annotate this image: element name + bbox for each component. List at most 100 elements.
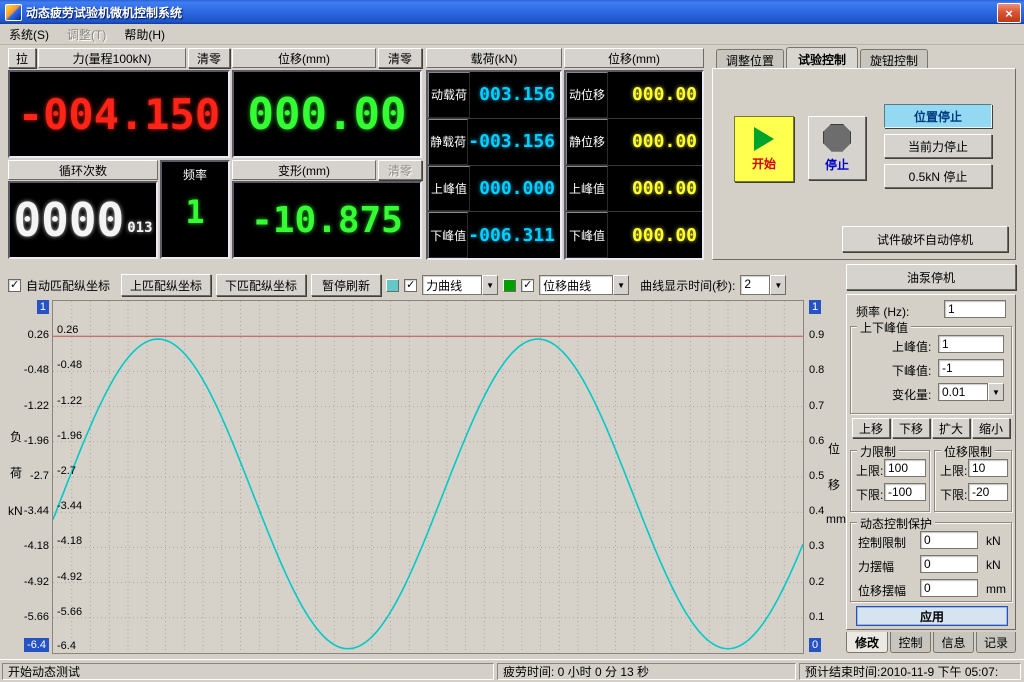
- pull-indicator-button[interactable]: 拉: [8, 48, 36, 68]
- expand-button[interactable]: 扩大: [932, 418, 970, 438]
- table-row: 下峰值 000.00: [566, 212, 702, 258]
- chevron-down-icon[interactable]: ▼: [770, 275, 786, 295]
- upper-peak-input[interactable]: [938, 335, 1004, 353]
- force-display: -004.150: [8, 70, 230, 158]
- plot-inner-labels: 0.26-0.48-1.22-1.96-2.7-3.44-4.18-4.92-5…: [53, 301, 803, 653]
- axis-tick-label: 0.9: [809, 328, 824, 342]
- cycles-sub-value: 013: [127, 220, 152, 236]
- axis-tick-label: -3.44: [24, 504, 49, 518]
- auto-match-checkbox[interactable]: [8, 279, 21, 292]
- chevron-down-icon[interactable]: ▼: [482, 275, 498, 295]
- app-icon: [5, 4, 22, 21]
- force-lower-input[interactable]: [884, 483, 926, 501]
- axis-limit-field[interactable]: -6.4: [24, 638, 49, 652]
- axis-limit-field[interactable]: 0: [809, 638, 821, 652]
- force-curve-combo[interactable]: 力曲线 ▼: [422, 275, 498, 295]
- tab-info[interactable]: 信息: [933, 632, 974, 653]
- axis-tick-label: 0.26: [57, 323, 78, 337]
- disp-curve-label: 位移曲线: [539, 275, 613, 295]
- ctrl-limit-input[interactable]: [920, 531, 978, 549]
- deform-header: 变形(mm): [232, 160, 376, 180]
- load-table-header: 载荷(kN): [426, 48, 562, 68]
- status-message: 开始动态测试: [2, 663, 494, 680]
- row-value: 000.00: [608, 84, 702, 105]
- mode-position-stop-button[interactable]: 位置停止: [884, 104, 992, 128]
- axis-tick-label: 0.26: [28, 328, 49, 342]
- displacement-display: 000.00: [232, 70, 422, 158]
- disp-upper-input[interactable]: [968, 459, 1008, 477]
- force-amp-unit: kN: [986, 558, 1001, 572]
- time-window-label: 曲线显示时间(秒):: [640, 277, 735, 294]
- table-row: 静位移 000.00: [566, 119, 702, 166]
- specimen-break-autostop-button[interactable]: 试件破坏自动停机: [842, 226, 1008, 252]
- cycles-header: 循环次数: [8, 160, 158, 180]
- row-value: 000.00: [608, 225, 702, 246]
- disp-amp-label: 位移摆幅: [858, 582, 906, 599]
- mode-current-force-stop-button[interactable]: 当前力停止: [884, 134, 992, 158]
- stop-button[interactable]: 停止: [808, 116, 866, 180]
- disp-curve-checkbox[interactable]: [521, 279, 534, 292]
- frequency-label: 频率: [183, 166, 207, 183]
- menu-item-adjust: 调整(T): [58, 24, 115, 45]
- menu-item-help[interactable]: 帮助(H): [115, 24, 174, 45]
- up-match-button[interactable]: 上匹配纵坐标: [121, 274, 211, 296]
- tab-record[interactable]: 记录: [976, 632, 1016, 653]
- stop-octagon-icon: [823, 124, 851, 152]
- curve-toolbar: 自动匹配纵坐标 上匹配纵坐标 下匹配纵坐标 暂停刷新 力曲线 ▼ 位移曲线 ▼ …: [8, 274, 820, 296]
- pump-stop-button[interactable]: 油泵停机: [846, 264, 1016, 290]
- down-match-button[interactable]: 下匹配纵坐标: [216, 274, 306, 296]
- time-window-combo[interactable]: 2 ▼: [740, 275, 786, 295]
- right-axis-title-char: 移: [828, 476, 840, 493]
- force-curve-checkbox[interactable]: [404, 279, 417, 292]
- close-button[interactable]: ×: [997, 3, 1021, 23]
- delta-value: 0.01: [938, 383, 988, 401]
- move-up-button[interactable]: 上移: [852, 418, 890, 438]
- chevron-down-icon[interactable]: ▼: [613, 275, 629, 295]
- disp-curve-combo[interactable]: 位移曲线 ▼: [539, 275, 629, 295]
- shrink-button[interactable]: 缩小: [972, 418, 1010, 438]
- mode-halfkn-stop-button[interactable]: 0.5kN 停止: [884, 164, 992, 188]
- frequency-input[interactable]: [944, 300, 1006, 318]
- force-amp-input[interactable]: [920, 555, 978, 573]
- disp-amp-input[interactable]: [920, 579, 978, 597]
- disp-limit-title: 位移限制: [941, 443, 995, 460]
- tab-modify[interactable]: 修改: [846, 632, 888, 653]
- cycles-value: 0000: [13, 193, 124, 247]
- axis-tick-label: -1.96: [57, 429, 82, 443]
- start-button[interactable]: 开始: [734, 116, 794, 182]
- move-down-button[interactable]: 下移: [892, 418, 930, 438]
- menu-item-system[interactable]: 系统(S): [0, 24, 58, 45]
- displacement-value: 000.00: [248, 89, 407, 140]
- axis-limit-field[interactable]: 1: [809, 300, 821, 314]
- lower-peak-input[interactable]: [938, 359, 1004, 377]
- frequency-setting-label: 频率 (Hz):: [856, 303, 909, 320]
- force-clear-button[interactable]: 清零: [188, 48, 230, 68]
- delta-combo[interactable]: 0.01 ▼: [938, 383, 1004, 401]
- status-end-time: 预计结束时间:2010-11-9 下午 05:07:: [799, 663, 1021, 680]
- disp-curve-color-swatch: [503, 279, 516, 292]
- row-label: 动位移: [566, 72, 608, 118]
- window-title: 动态疲劳试验机微机控制系统: [26, 4, 182, 21]
- tab-control[interactable]: 控制: [890, 632, 931, 653]
- upper-peak-label: 上峰值:: [892, 338, 931, 355]
- right-axis-title-char: 位: [828, 440, 840, 457]
- table-row: 静载荷 -003.156: [428, 119, 560, 166]
- row-label: 静位移: [566, 119, 608, 165]
- axis-tick-label: -4.92: [24, 575, 49, 589]
- force-limit-title: 力限制: [857, 443, 899, 460]
- row-value: 000.000: [470, 178, 560, 199]
- force-upper-input[interactable]: [884, 459, 926, 477]
- apply-button[interactable]: 应用: [856, 606, 1008, 626]
- axis-tick-label: -0.48: [24, 363, 49, 377]
- row-value: 000.00: [608, 178, 702, 199]
- axis-tick-label: 0.1: [809, 610, 824, 624]
- displacement-clear-button[interactable]: 清零: [378, 48, 422, 68]
- chevron-down-icon[interactable]: ▼: [988, 383, 1004, 401]
- pause-refresh-button[interactable]: 暂停刷新: [311, 274, 381, 296]
- axis-limit-field[interactable]: 1: [37, 300, 49, 314]
- force-upper-label: 上限:: [856, 462, 883, 479]
- disp-lower-input[interactable]: [968, 483, 1008, 501]
- time-window-value: 2: [740, 275, 770, 295]
- row-label: 上峰值: [428, 166, 470, 212]
- axis-tick-label: -5.66: [24, 610, 49, 624]
